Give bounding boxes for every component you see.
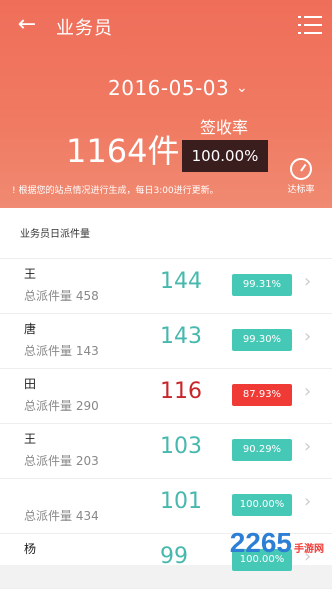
total-count: 1164件: [66, 132, 180, 170]
total-dispatch: 总派件量 143: [24, 344, 99, 358]
chevron-down-icon[interactable]: ⌄: [236, 80, 248, 96]
chevron-right-icon[interactable]: ›: [304, 326, 311, 347]
watermark-logo: 2265 手游网: [230, 527, 324, 559]
list-item[interactable]: 唐总派件量 143 143 99.30% ›: [0, 314, 332, 369]
list-item[interactable]: 田总派件量 290 116 87.93% ›: [0, 369, 332, 424]
sign-rate-label: 签收率: [200, 118, 249, 137]
daily-count: 116: [160, 379, 202, 404]
total-dispatch: 总派件量 203: [24, 454, 99, 468]
courier-name: 王: [24, 432, 37, 446]
summary-header: ← 业务员 2016-05-03 ⌄ 1164件 签收率 100.00% 达标率…: [0, 0, 332, 208]
courier-name: 杨: [24, 542, 37, 556]
list-item[interactable]: 王总派件量 458 144 99.31% ›: [0, 259, 332, 314]
courier-list: 业务员日派件量 王总派件量 458 144 99.31% › 唐总派件量 143 143 9…: [0, 208, 332, 589]
daily-count: 101: [160, 489, 202, 514]
daily-count: 99: [160, 544, 188, 569]
watermark-suffix: 手游网: [294, 544, 324, 555]
courier-name: 王: [24, 267, 37, 281]
total-dispatch: 总派件量 434: [24, 509, 99, 523]
list-item[interactable]: 总派件量 434 101 100.00% ›: [0, 479, 332, 534]
date-selector[interactable]: 2016-05-03: [108, 76, 229, 100]
sign-rate-badge: 99.30%: [232, 329, 292, 351]
update-note: ! 根据您的站点情况进行生成，每日3:00进行更新。: [12, 186, 219, 196]
sign-rate-badge: 87.93%: [232, 384, 292, 406]
list-menu-icon[interactable]: [298, 14, 322, 36]
chevron-right-icon[interactable]: ›: [304, 436, 311, 457]
sign-rate-value: 100.00%: [182, 140, 268, 172]
list-heading: 业务员日派件量: [0, 208, 332, 259]
page-title: 业务员: [56, 18, 113, 39]
list-item[interactable]: 王总派件量 203 103 90.29% ›: [0, 424, 332, 479]
daily-count: 103: [160, 434, 202, 459]
chevron-right-icon[interactable]: ›: [304, 381, 311, 402]
gauge-icon: [290, 158, 312, 180]
top-bar: ← 业务员: [0, 0, 332, 52]
sign-rate-badge: 99.31%: [232, 274, 292, 296]
sign-rate-badge: 100.00%: [232, 494, 292, 516]
sign-rate-badge: 90.29%: [232, 439, 292, 461]
back-arrow-icon[interactable]: ←: [14, 12, 40, 38]
total-dispatch: 总派件量 290: [24, 399, 99, 413]
courier-name: 唐: [24, 322, 37, 336]
daily-count: 143: [160, 324, 202, 349]
target-rate-label: 达标率: [287, 185, 315, 195]
watermark-number: 2265: [229, 527, 292, 558]
daily-count: 144: [160, 269, 202, 294]
chevron-right-icon[interactable]: ›: [304, 271, 311, 292]
courier-name: 田: [24, 377, 37, 391]
target-rate-button[interactable]: 达标率: [284, 158, 318, 195]
chevron-right-icon[interactable]: ›: [304, 491, 311, 512]
total-dispatch: 总派件量 458: [24, 289, 99, 303]
